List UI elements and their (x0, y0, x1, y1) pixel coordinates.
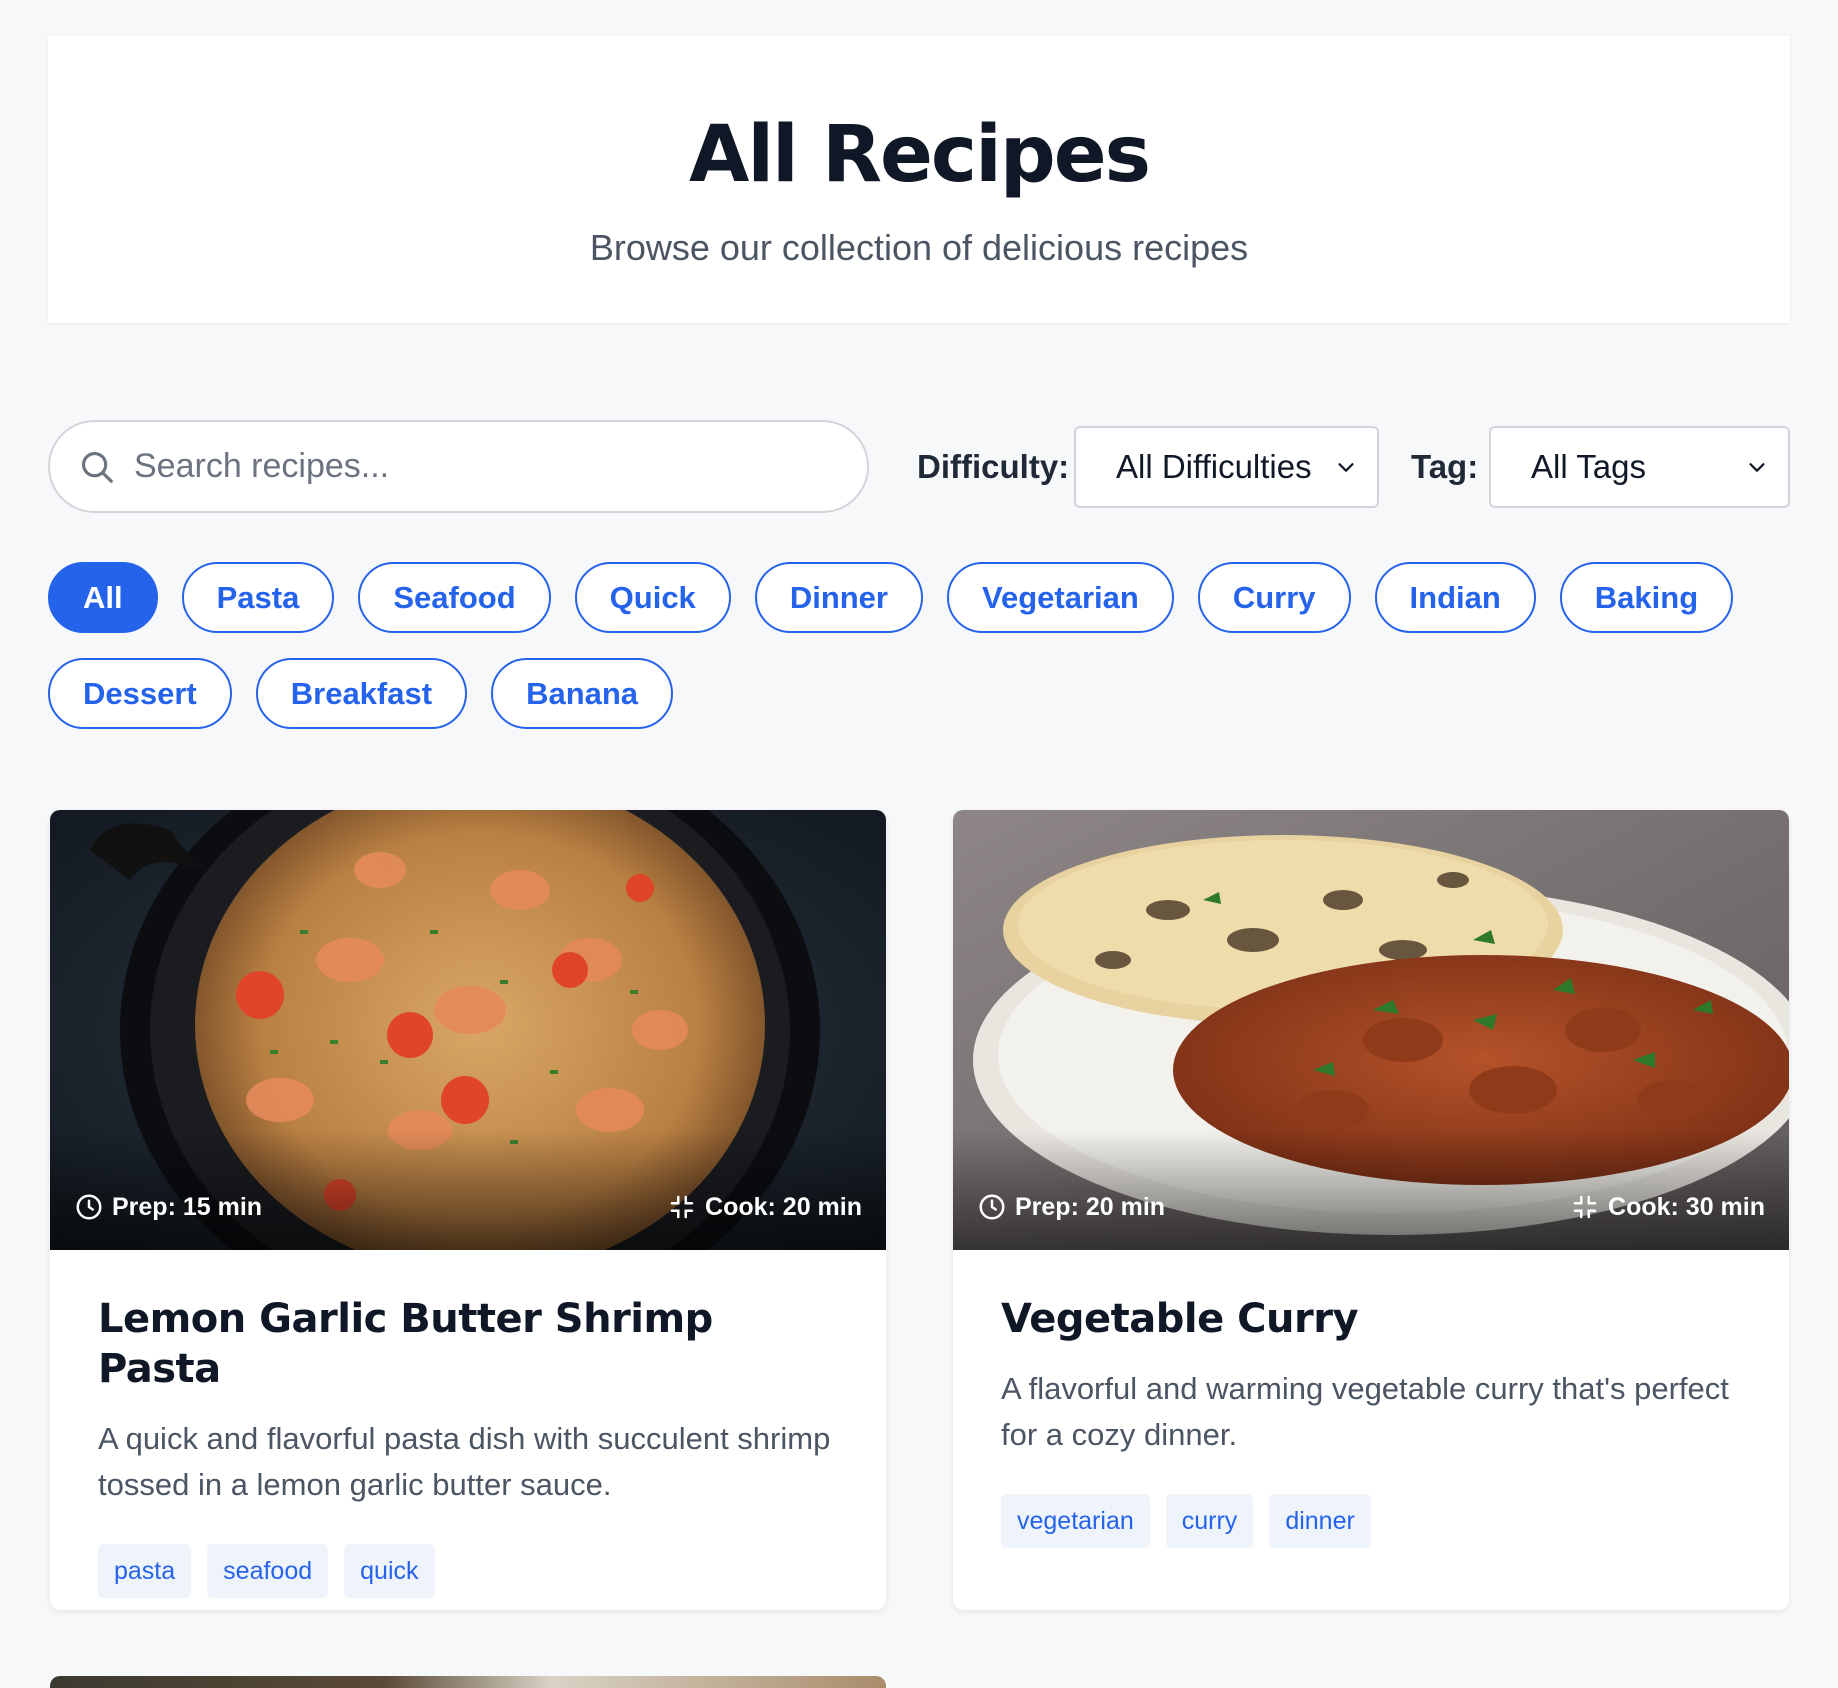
recipe-title[interactable]: Vegetable Curry (1001, 1294, 1741, 1344)
page-header: All Recipes Browse our collection of del… (48, 36, 1790, 323)
difficulty-select[interactable]: All Difficulties (1074, 426, 1379, 508)
cook-time-text: Cook: 20 min (705, 1192, 862, 1221)
cook-time: Cook: 20 min (667, 1192, 862, 1222)
recipe-tag[interactable]: dinner (1269, 1494, 1371, 1548)
recipe-tag[interactable]: seafood (207, 1544, 329, 1598)
chip-baking[interactable]: Baking (1559, 562, 1734, 633)
prep-time: Prep: 20 min (977, 1192, 1165, 1222)
tag-select-value: All Tags (1531, 448, 1646, 485)
image-gradient-overlay (50, 1130, 886, 1250)
chip-all[interactable]: All (48, 562, 158, 633)
tag-label: Tag: (1411, 448, 1479, 485)
recipe-title[interactable]: Lemon Garlic Butter Shrimp Pasta (98, 1294, 838, 1394)
chip-breakfast[interactable]: Breakfast (255, 658, 468, 729)
chip-dessert[interactable]: Dessert (48, 658, 232, 729)
chip-indian[interactable]: Indian (1374, 562, 1536, 633)
prep-time-text: Prep: 20 min (1015, 1192, 1166, 1221)
search-input[interactable] (134, 447, 834, 486)
chip-dinner[interactable]: Dinner (754, 562, 923, 633)
prep-time: Prep: 15 min (74, 1192, 262, 1222)
chevron-down-icon (1338, 463, 1354, 472)
recipe-card-partial[interactable] (50, 1676, 886, 1688)
cook-icon (670, 1195, 694, 1219)
recipe-tags: vegetarian curry dinner (1001, 1494, 1741, 1548)
recipe-tag[interactable]: pasta (98, 1544, 192, 1598)
recipe-tags: pasta seafood quick (98, 1544, 838, 1598)
prep-time-text: Prep: 15 min (112, 1192, 263, 1221)
search-box[interactable] (48, 420, 869, 513)
chip-curry[interactable]: Curry (1197, 562, 1351, 633)
image-gradient-overlay (953, 1130, 1789, 1250)
cook-time: Cook: 30 min (1570, 1192, 1765, 1222)
recipe-description: A flavorful and warming vegetable curry … (1001, 1371, 1729, 1452)
chip-quick[interactable]: Quick (574, 562, 731, 633)
recipe-card[interactable]: Prep: 15 min Cook: 20 min Lemon Garlic B… (50, 810, 886, 1610)
clock-icon (979, 1194, 1005, 1220)
page-subtitle: Browse our collection of delicious recip… (589, 227, 1249, 268)
clock-icon (76, 1194, 102, 1220)
tag-filter-chips: All Pasta Seafood Quick Dinner Vegetaria… (48, 562, 1748, 729)
recipe-image[interactable]: Prep: 15 min Cook: 20 min (50, 810, 886, 1250)
chip-pasta[interactable]: Pasta (181, 562, 335, 633)
cook-time-text: Cook: 30 min (1608, 1192, 1765, 1221)
recipe-tag[interactable]: quick (344, 1544, 435, 1598)
page-title: All Recipes (688, 110, 1151, 200)
tag-select[interactable]: All Tags (1489, 426, 1790, 508)
difficulty-label: Difficulty: (917, 448, 1070, 485)
chip-vegetarian[interactable]: Vegetarian (947, 562, 1174, 633)
recipe-card[interactable]: Prep: 20 min Cook: 30 min Vegetable Curr… (953, 810, 1789, 1610)
chevron-down-icon (1749, 463, 1765, 472)
recipe-description: A quick and flavorful pasta dish with su… (98, 1421, 831, 1502)
search-icon (81, 451, 113, 483)
recipe-tag[interactable]: curry (1165, 1494, 1254, 1548)
chip-banana[interactable]: Banana (491, 658, 674, 729)
recipe-image[interactable]: Prep: 20 min Cook: 30 min (953, 810, 1789, 1250)
recipe-tag[interactable]: vegetarian (1001, 1494, 1150, 1548)
difficulty-select-value: All Difficulties (1116, 448, 1312, 485)
cook-icon (1573, 1195, 1597, 1219)
chip-seafood[interactable]: Seafood (358, 562, 551, 633)
